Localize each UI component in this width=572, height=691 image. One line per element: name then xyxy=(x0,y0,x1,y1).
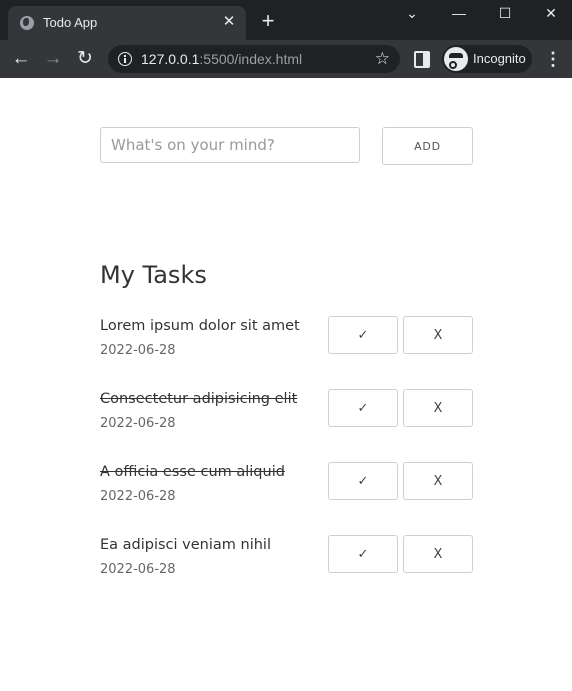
task-name: Ea adipisci veniam nihil xyxy=(100,537,271,553)
task-item: Ea adipisci veniam nihil 2022-06-28 ✓ X xyxy=(100,535,473,577)
task-item: Consectetur adipisicing elit 2022-06-28 … xyxy=(100,389,473,431)
back-icon[interactable]: ← xyxy=(9,47,33,71)
delete-button[interactable]: X xyxy=(403,389,473,427)
delete-button[interactable]: X xyxy=(403,316,473,354)
complete-button[interactable]: ✓ xyxy=(328,462,398,500)
menu-kebab-icon[interactable]: ⋮ xyxy=(544,50,562,68)
task-item: A officia esse cum aliquid 2022-06-28 ✓ … xyxy=(100,462,473,504)
add-button[interactable]: ADD xyxy=(382,127,473,165)
browser-tab[interactable]: Todo App ✕ xyxy=(8,6,246,40)
task-name: Lorem ipsum dolor sit amet xyxy=(100,318,300,334)
close-window-icon[interactable]: ✕ xyxy=(537,4,565,22)
side-panel-icon[interactable] xyxy=(414,51,430,68)
task-date: 2022-06-28 xyxy=(100,562,176,577)
maximize-icon[interactable]: ☐ xyxy=(491,4,519,22)
browser-toolbar: ← → ↻ 127.0.0.1:5500/index.html ☆ Incogn… xyxy=(0,40,572,78)
section-title: My Tasks xyxy=(100,261,207,289)
globe-icon xyxy=(20,16,34,30)
tab-search-icon[interactable]: ⌄ xyxy=(398,4,426,22)
site-info-icon[interactable] xyxy=(118,52,132,66)
address-bar[interactable]: 127.0.0.1:5500/index.html ☆ xyxy=(108,45,400,73)
task-date: 2022-06-28 xyxy=(100,343,176,358)
complete-button[interactable]: ✓ xyxy=(328,535,398,573)
reload-icon[interactable]: ↻ xyxy=(73,47,97,71)
bookmark-star-icon[interactable]: ☆ xyxy=(375,48,390,70)
delete-button[interactable]: X xyxy=(403,462,473,500)
delete-button[interactable]: X xyxy=(403,535,473,573)
minimize-icon[interactable]: — xyxy=(445,4,473,22)
complete-button[interactable]: ✓ xyxy=(328,389,398,427)
task-item: Lorem ipsum dolor sit amet 2022-06-28 ✓ … xyxy=(100,316,473,358)
tab-strip: Todo App ✕ + ⌄ — ☐ ✕ xyxy=(0,0,572,40)
tab-title: Todo App xyxy=(43,15,98,30)
task-name: A officia esse cum aliquid xyxy=(100,464,285,480)
complete-button[interactable]: ✓ xyxy=(328,316,398,354)
tab-close-icon[interactable]: ✕ xyxy=(220,13,238,31)
incognito-label: Incognito xyxy=(473,51,526,66)
task-date: 2022-06-28 xyxy=(100,489,176,504)
new-tab-icon[interactable]: + xyxy=(258,10,278,32)
incognito-badge[interactable]: Incognito xyxy=(442,45,532,73)
task-input[interactable] xyxy=(100,127,360,163)
task-name: Consectetur adipisicing elit xyxy=(100,391,298,407)
task-date: 2022-06-28 xyxy=(100,416,176,431)
url-text[interactable]: 127.0.0.1:5500/index.html xyxy=(141,51,302,67)
incognito-icon xyxy=(444,47,468,71)
forward-icon[interactable]: → xyxy=(41,47,65,71)
